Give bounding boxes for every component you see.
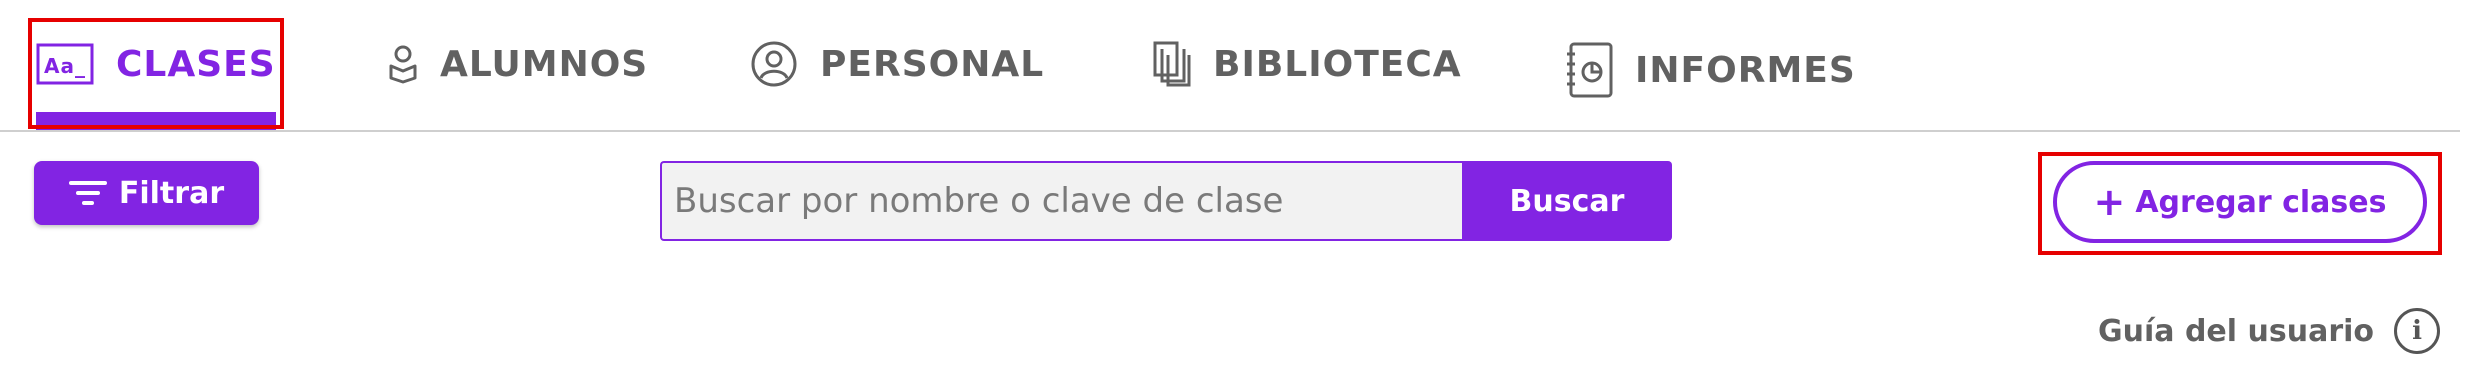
tab-personal[interactable]: PERSONAL: [750, 0, 1044, 128]
tab-biblioteca-label: BIBLIOTECA: [1213, 43, 1462, 85]
add-classes-button[interactable]: + Agregar clases: [2053, 161, 2427, 243]
filter-button-label: Filtrar: [118, 175, 225, 211]
search-input[interactable]: [660, 161, 1462, 241]
main-tab-bar: Aa_ CLASES ALUMNOS PERSONAL BIBLIOTECA I…: [0, 0, 2460, 132]
search-bar: Buscar: [660, 161, 1672, 241]
pages-copy-icon: [1153, 41, 1191, 87]
tab-highlight-box: [28, 18, 284, 129]
tab-personal-label: PERSONAL: [820, 43, 1045, 85]
tab-biblioteca[interactable]: BIBLIOTECA: [1153, 0, 1462, 128]
filter-icon: [68, 181, 107, 205]
tab-informes[interactable]: INFORMES: [1565, 6, 1856, 134]
search-button[interactable]: Buscar: [1462, 161, 1672, 241]
report-notebook-icon: [1565, 42, 1613, 98]
plus-icon: +: [2093, 180, 2126, 224]
tab-alumnos[interactable]: ALUMNOS: [388, 0, 648, 128]
user-guide-label: Guía del usuario: [2098, 313, 2375, 349]
tab-alumnos-label: ALUMNOS: [440, 43, 649, 85]
student-icon: [388, 44, 418, 84]
user-circle-icon: [750, 40, 798, 88]
filter-button[interactable]: Filtrar: [34, 161, 259, 225]
info-icon: i: [2394, 308, 2441, 354]
add-classes-label: Agregar clases: [2135, 184, 2387, 220]
tab-informes-label: INFORMES: [1635, 49, 1856, 91]
user-guide-link[interactable]: Guía del usuario i: [2098, 307, 2441, 355]
